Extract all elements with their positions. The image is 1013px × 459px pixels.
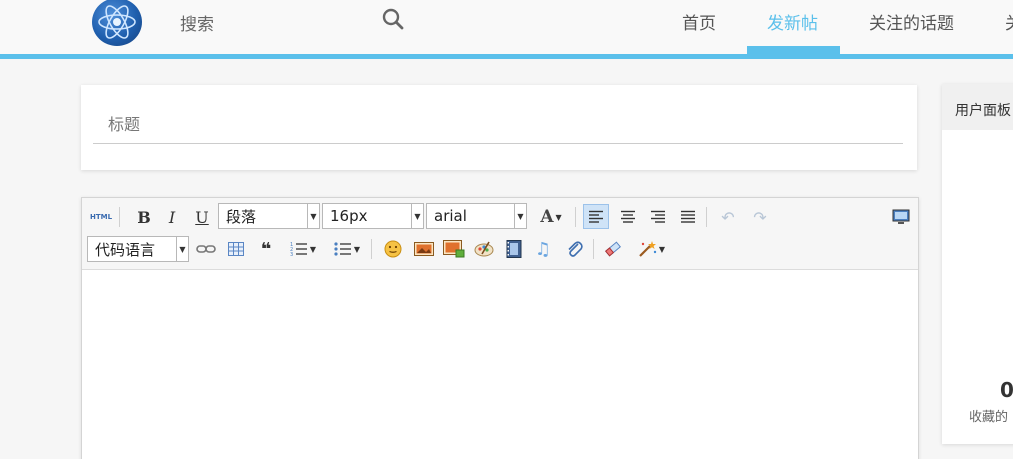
font-size-select[interactable]: 16px ▼ bbox=[322, 203, 424, 229]
toolbar-divider bbox=[119, 207, 120, 227]
toolbar-divider bbox=[593, 239, 594, 259]
title-card bbox=[81, 85, 917, 170]
ordered-list-icon[interactable]: 123 ▼ bbox=[284, 238, 322, 260]
chevron-down-icon: ▼ bbox=[411, 204, 423, 228]
link-icon[interactable] bbox=[194, 238, 218, 260]
redo-icon[interactable]: ↷ bbox=[748, 206, 772, 228]
quote-icon[interactable]: ❝ bbox=[254, 238, 278, 260]
site-logo-icon[interactable] bbox=[92, 0, 142, 46]
nav-item-followed-topics[interactable]: 关注的话题 bbox=[869, 9, 954, 34]
image-icon[interactable] bbox=[412, 238, 436, 260]
user-panel-title: 用户面板 bbox=[942, 84, 1013, 130]
underline-icon[interactable]: U bbox=[190, 206, 214, 228]
code-language-select-value: 代码语言 bbox=[95, 240, 156, 259]
user-panel: 用户面板 0 收藏的 bbox=[942, 84, 1013, 444]
source-html-icon[interactable]: HTML bbox=[88, 206, 114, 228]
font-family-select[interactable]: arial ▼ bbox=[426, 203, 527, 229]
align-center-icon[interactable] bbox=[616, 206, 640, 228]
fullscreen-icon[interactable] bbox=[889, 206, 913, 228]
bold-icon[interactable]: B bbox=[132, 206, 156, 228]
title-input[interactable] bbox=[93, 105, 903, 144]
svg-text:3: 3 bbox=[290, 252, 293, 257]
rich-text-editor: HTML B I U 段落 ▼ 16px ▼ arial ▼ A ▼ ↶ ↷ 代… bbox=[81, 197, 919, 459]
search-icon[interactable] bbox=[381, 7, 405, 31]
unordered-list-icon[interactable]: ▼ bbox=[328, 238, 366, 260]
table-icon[interactable] bbox=[224, 238, 248, 260]
favorites-count[interactable]: 0 bbox=[1000, 378, 1013, 402]
nav-active-indicator bbox=[747, 46, 840, 54]
toolbar-divider bbox=[575, 207, 576, 227]
align-justify-icon[interactable] bbox=[676, 206, 700, 228]
paragraph-select-value: 段落 bbox=[226, 207, 257, 226]
nav-item-more[interactable]: 关 bbox=[1005, 9, 1013, 34]
chevron-down-icon: ▼ bbox=[176, 237, 188, 261]
font-color-label: A bbox=[540, 207, 554, 227]
chevron-down-icon: ▼ bbox=[514, 204, 526, 228]
nav-accent-line bbox=[0, 54, 1013, 59]
align-right-icon[interactable] bbox=[646, 206, 670, 228]
eraser-icon[interactable] bbox=[601, 238, 625, 260]
font-color-icon[interactable]: A ▼ bbox=[533, 206, 569, 228]
attachment-icon[interactable] bbox=[563, 238, 587, 260]
align-left-icon[interactable] bbox=[583, 204, 609, 229]
emoji-icon[interactable] bbox=[381, 238, 405, 260]
magic-format-icon[interactable]: ▼ bbox=[632, 238, 670, 260]
nav-item-home[interactable]: 首页 bbox=[682, 9, 716, 34]
search-input[interactable]: 搜索 bbox=[180, 10, 214, 35]
music-icon[interactable]: ♫ bbox=[531, 238, 555, 260]
nav-item-new-post[interactable]: 发新帖 bbox=[767, 9, 818, 34]
video-icon[interactable] bbox=[502, 238, 526, 260]
editor-content-area[interactable] bbox=[82, 270, 918, 459]
italic-icon[interactable]: I bbox=[160, 206, 184, 228]
toolbar-divider bbox=[371, 239, 372, 259]
undo-icon[interactable]: ↶ bbox=[716, 206, 740, 228]
paragraph-select[interactable]: 段落 ▼ bbox=[218, 203, 320, 229]
editor-toolbar: HTML B I U 段落 ▼ 16px ▼ arial ▼ A ▼ ↶ ↷ 代… bbox=[82, 198, 918, 270]
favorites-label[interactable]: 收藏的 bbox=[969, 406, 1008, 425]
scrawl-icon[interactable] bbox=[472, 238, 496, 260]
multi-image-icon[interactable] bbox=[441, 238, 467, 260]
font-family-select-value: arial bbox=[434, 207, 467, 225]
code-language-select[interactable]: 代码语言 ▼ bbox=[87, 236, 189, 262]
toolbar-divider bbox=[706, 207, 707, 227]
chevron-down-icon: ▼ bbox=[307, 204, 319, 228]
font-size-select-value: 16px bbox=[330, 207, 368, 225]
top-navbar: 搜索 首页 发新帖 关注的话题 关 bbox=[0, 0, 1013, 54]
